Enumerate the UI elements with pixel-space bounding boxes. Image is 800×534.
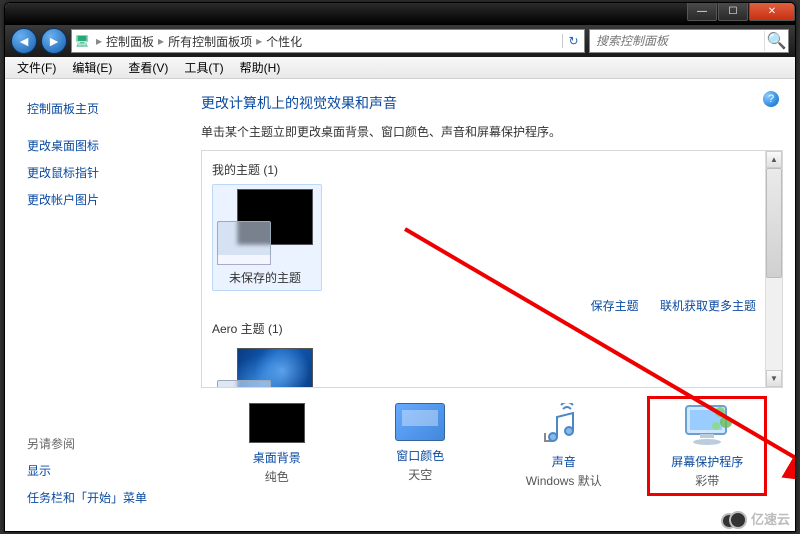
sidebar-item-pointers[interactable]: 更改鼠标指针 [27, 159, 185, 186]
help-icon[interactable]: ? [763, 91, 779, 107]
menu-view[interactable]: 查看(V) [122, 57, 174, 78]
sounds-value: Windows 默认 [509, 472, 619, 489]
search-input[interactable] [590, 34, 764, 48]
watermark: 亿速云 [721, 509, 790, 528]
group-my-themes: 我的主题 (1) [212, 161, 772, 178]
window-titlebar: — ☐ ✕ [5, 3, 795, 25]
chevron-right-icon: ▸ [252, 34, 266, 48]
theme-preview-glass-icon [217, 380, 271, 388]
sidebar: 控制面板主页 更改桌面图标 更改鼠标指针 更改帐户图片 另请参阅 显示 任务栏和… [5, 79, 195, 531]
seealso-heading: 另请参阅 [27, 430, 185, 457]
scroll-track[interactable] [766, 168, 782, 370]
scrollbar[interactable]: ▲ ▼ [765, 151, 782, 387]
save-theme-link[interactable]: 保存主题 [591, 299, 639, 313]
window-color-label: 窗口颜色 [365, 447, 475, 464]
breadcrumb-leaf[interactable]: 个性化 [266, 33, 302, 50]
window-color-icon [395, 403, 445, 441]
theme-item-unsaved[interactable]: 未保存的主题 [212, 184, 322, 291]
theme-name: 未保存的主题 [217, 269, 313, 286]
minimize-button[interactable]: — [687, 3, 717, 21]
main-panel: ? 更改计算机上的视觉效果和声音 单击某个主题立即更改桌面背景、窗口颜色、声音和… [195, 79, 795, 531]
chevron-right-icon: ▸ [154, 34, 168, 48]
group-aero-themes: Aero 主题 (1) [212, 320, 772, 337]
theme-preview-taskbar-icon [217, 255, 271, 265]
maximize-button[interactable]: ☐ [718, 3, 748, 21]
screensaver-value: 彩带 [652, 472, 762, 489]
seealso-taskbar[interactable]: 任务栏和「开始」菜单 [27, 484, 185, 511]
search-box[interactable]: 🔍 [589, 29, 789, 53]
scroll-thumb[interactable] [766, 168, 782, 278]
breadcrumb[interactable]: 🖥 ▸ 控制面板 ▸ 所有控制面板项 ▸ 个性化 ↻ [71, 29, 585, 53]
watermark-text: 亿速云 [751, 509, 790, 528]
sidebar-home[interactable]: 控制面板主页 [27, 95, 185, 122]
desktop-background-label: 桌面背景 [222, 449, 332, 466]
sidebar-item-icons[interactable]: 更改桌面图标 [27, 132, 185, 159]
screensaver-link[interactable]: 屏幕保护程序 彩带 [647, 396, 767, 496]
desktop-background-value: 纯色 [222, 468, 332, 485]
cloud-icon [721, 510, 747, 528]
menu-tools[interactable]: 工具(T) [178, 57, 229, 78]
menu-bar: 文件(F) 编辑(E) 查看(V) 工具(T) 帮助(H) [5, 57, 795, 79]
screensaver-label: 屏幕保护程序 [652, 453, 762, 470]
menu-file[interactable]: 文件(F) [11, 57, 62, 78]
menu-edit[interactable]: 编辑(E) [66, 57, 118, 78]
page-title: 更改计算机上的视觉效果和声音 [201, 93, 783, 113]
address-bar: ◄ ► 🖥 ▸ 控制面板 ▸ 所有控制面板项 ▸ 个性化 ↻ 🔍 [5, 25, 795, 57]
search-icon[interactable]: 🔍 [764, 31, 788, 51]
refresh-button[interactable]: ↻ [562, 34, 584, 48]
sounds-label: 声音 [509, 453, 619, 470]
chevron-right-icon: ▸ [92, 34, 106, 48]
get-more-themes-link[interactable]: 联机获取更多主题 [660, 299, 756, 313]
control-panel-icon: 🖥 [72, 34, 92, 48]
sounds-link[interactable]: 声音 Windows 默认 [504, 396, 624, 496]
scroll-up-button[interactable]: ▲ [766, 151, 782, 168]
breadcrumb-root[interactable]: 控制面板 [106, 33, 154, 50]
nav-forward-button[interactable]: ► [41, 28, 67, 54]
nav-back-button[interactable]: ◄ [11, 28, 37, 54]
scroll-down-button[interactable]: ▼ [766, 370, 782, 387]
window-color-value: 天空 [365, 466, 475, 483]
seealso-display[interactable]: 显示 [27, 457, 185, 484]
desktop-background-link[interactable]: 桌面背景 纯色 [217, 396, 337, 496]
page-description: 单击某个主题立即更改桌面背景、窗口颜色、声音和屏幕保护程序。 [201, 123, 783, 140]
sound-icon [536, 403, 592, 447]
menu-help[interactable]: 帮助(H) [234, 57, 287, 78]
desktop-background-icon [249, 403, 305, 443]
themes-listbox: 我的主题 (1) 未保存的主题 保存主题 联机获取更多主题 Aero 主题 (1… [201, 150, 783, 388]
screensaver-icon [679, 403, 735, 447]
theme-item-aero[interactable] [212, 343, 322, 388]
sidebar-item-account-pic[interactable]: 更改帐户图片 [27, 186, 185, 213]
breadcrumb-mid[interactable]: 所有控制面板项 [168, 33, 252, 50]
close-button[interactable]: ✕ [749, 3, 795, 21]
window-color-link[interactable]: 窗口颜色 天空 [360, 396, 480, 496]
